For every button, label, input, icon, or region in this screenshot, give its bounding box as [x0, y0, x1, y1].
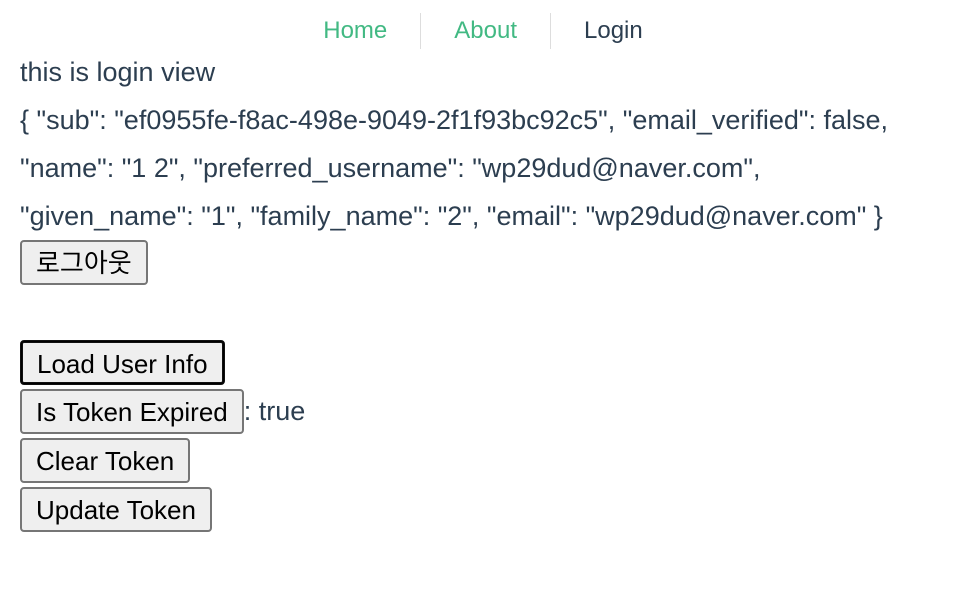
user-info-json: { "sub": "ef0955fe-f8ac-498e-9049-2f1f93…	[20, 105, 889, 231]
logout-button[interactable]: 로그아웃	[20, 240, 148, 285]
token-expired-result: : true	[243, 396, 306, 426]
update-token-row: Update Token	[20, 487, 930, 536]
nav-link-home[interactable]: Home	[290, 14, 420, 48]
load-user-info-row: Load User Info	[20, 340, 930, 389]
load-user-info-button[interactable]: Load User Info	[20, 340, 225, 385]
login-view: this is login view { "sub": "ef0955fe-f8…	[20, 48, 930, 536]
clear-token-row: Clear Token	[20, 438, 930, 487]
view-heading-text: this is login view	[20, 57, 216, 87]
clear-token-button[interactable]: Clear Token	[20, 438, 191, 483]
logout-row: 로그아웃	[20, 240, 930, 289]
nav-link-login[interactable]: Login	[551, 14, 676, 48]
nav-link-about[interactable]: About	[421, 14, 550, 48]
is-token-expired-button[interactable]: Is Token Expired	[20, 389, 244, 434]
token-expired-row: Is Token Expired : true	[20, 389, 930, 438]
top-navigation: Home About Login	[0, 13, 966, 49]
update-token-button[interactable]: Update Token	[20, 487, 212, 532]
